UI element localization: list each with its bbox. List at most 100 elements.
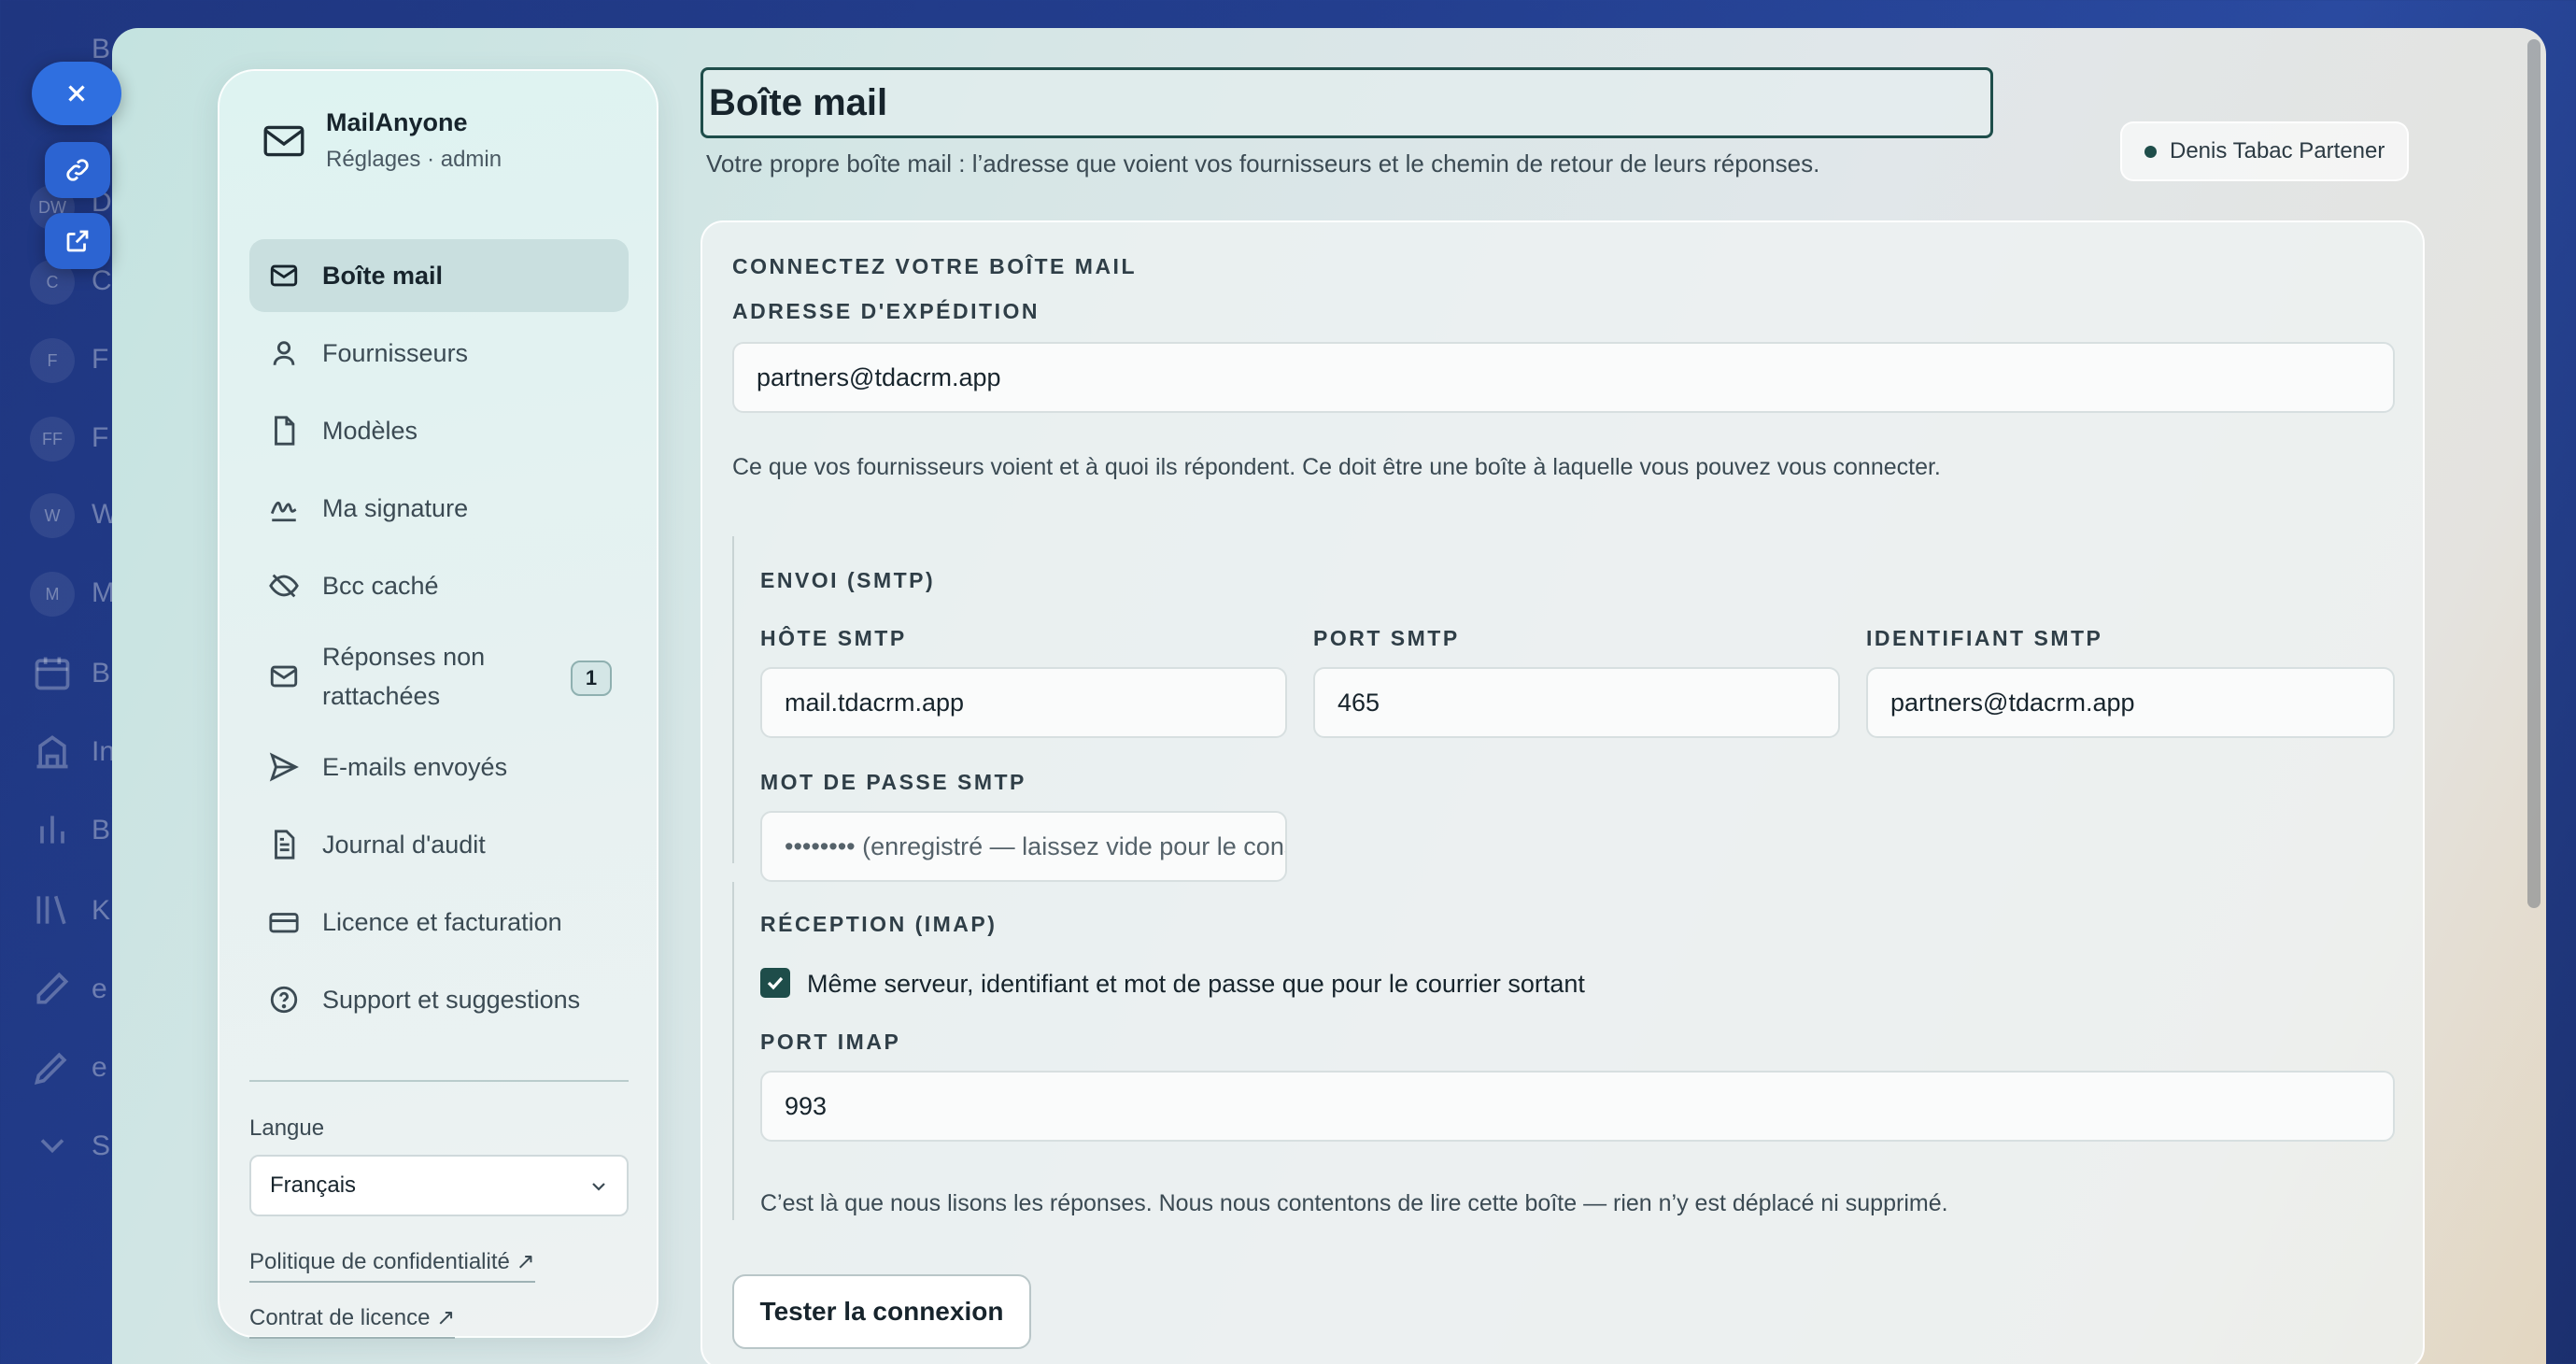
nav-label: Journal d'audit: [322, 831, 486, 859]
nav-item-mailbox[interactable]: Boîte mail: [249, 239, 629, 312]
open-external-button[interactable]: [45, 213, 110, 269]
bg-avatar: M: [30, 572, 75, 617]
bg-text: e: [92, 1052, 107, 1083]
link-icon: [66, 159, 89, 181]
sender-address-help: Ce que vos fournisseurs voient et à quoi…: [732, 454, 1941, 480]
brand-name: MailAnyone: [326, 108, 468, 136]
smtp-host-value: mail.tdacrm.app: [785, 688, 965, 717]
smtp-host-label: HÔTE SMTP: [760, 626, 907, 650]
mail-icon: [270, 264, 298, 287]
bg-text: e: [92, 973, 107, 1004]
smtp-port-input[interactable]: 465: [1313, 667, 1840, 738]
sender-address-input[interactable]: partners@tdacrm.app: [732, 342, 2395, 413]
status-dot: [2144, 145, 2157, 158]
scrollbar-thumb[interactable]: [2527, 39, 2541, 908]
help-circle-icon: [270, 986, 298, 1014]
credit-card-icon: [269, 913, 299, 933]
bg-text: F: [92, 422, 109, 453]
nav-label: Licence et facturation: [322, 908, 562, 936]
smtp-port-value: 465: [1338, 688, 1380, 717]
nav-item-hidden-bcc[interactable]: Bcc caché: [249, 549, 629, 622]
settings-nav: Boîte mail Fournisseurs Modèles Ma signa…: [249, 239, 629, 1041]
privacy-policy-link[interactable]: Politique de confidentialité ↗: [249, 1248, 535, 1283]
check-icon: [767, 976, 784, 990]
nav-label: E-mails envoyés: [322, 753, 508, 781]
language-value: Français: [270, 1172, 357, 1198]
smtp-port-label: PORT SMTP: [1313, 626, 1460, 650]
bg-avatar: F: [30, 338, 75, 383]
sender-address-value: partners@tdacrm.app: [757, 362, 1001, 391]
settings-modal: MailAnyone Réglages · admin Boîte mail F…: [112, 28, 2546, 1364]
bg-text: B: [92, 34, 111, 64]
nav-item-sent-emails[interactable]: E-mails envoyés: [249, 731, 629, 803]
books-icon: [32, 889, 73, 931]
unmatched-count-badge: 1: [571, 661, 612, 696]
brand: MailAnyone Réglages · admin: [261, 108, 502, 173]
page-title: Boîte mail: [701, 67, 1993, 138]
imap-section-title: RÉCEPTION (IMAP): [760, 912, 998, 936]
nav-label: Modèles: [322, 417, 418, 445]
smtp-password-label: MOT DE PASSE SMTP: [760, 770, 1026, 794]
bg-text: C: [92, 265, 112, 296]
nav-item-support[interactable]: Support et suggestions: [249, 963, 629, 1036]
mail-icon: [270, 665, 298, 688]
same-server-label[interactable]: Même serveur, identifiant et mot de pass…: [807, 970, 1585, 999]
external-link-icon: [66, 230, 89, 252]
edit-icon: [32, 968, 73, 1009]
user-icon: [273, 341, 295, 365]
bg-text: S: [92, 1130, 111, 1161]
background-app: DW C F FF W M B D C F F W M B In B K e e…: [0, 0, 118, 1364]
imap-port-label: PORT IMAP: [760, 1030, 901, 1054]
language-label: Langue: [249, 1115, 325, 1141]
nav-item-signature[interactable]: Ma signature: [249, 472, 629, 545]
eye-off-icon: [269, 574, 299, 598]
file-icon: [275, 416, 295, 446]
nav-label: Bcc caché: [322, 572, 439, 600]
smtp-user-input[interactable]: partners@tdacrm.app: [1866, 667, 2395, 738]
pen-icon: [32, 1046, 73, 1087]
nav-label: Ma signature: [322, 494, 469, 522]
smtp-host-input[interactable]: mail.tdacrm.app: [760, 667, 1287, 738]
test-connection-button[interactable]: Tester la connexion: [732, 1274, 1031, 1349]
chevron-down-icon: [592, 1183, 605, 1191]
same-server-checkbox[interactable]: [760, 968, 790, 998]
brand-subtitle: Réglages · admin: [326, 147, 502, 172]
chevron-down-icon: [32, 1125, 73, 1166]
signature-icon: [270, 501, 297, 522]
workspace-badge[interactable]: Denis Tabac Partener: [2120, 121, 2410, 181]
nav-item-unmatched-replies[interactable]: Réponses non rattachées 1: [249, 627, 629, 726]
imap-port-value: 993: [785, 1091, 828, 1120]
close-icon: [68, 85, 85, 102]
bg-text: F: [92, 344, 109, 375]
imap-group-border: [732, 882, 734, 1220]
document-icon: [275, 830, 295, 860]
license-agreement-link[interactable]: Contrat de licence ↗: [249, 1304, 456, 1339]
close-button[interactable]: [32, 62, 121, 125]
building-icon: [32, 731, 73, 772]
smtp-password-placeholder: •••••••• (enregistré — laissez vide pour…: [785, 831, 1285, 860]
nav-item-license-billing[interactable]: Licence et facturation: [249, 886, 629, 959]
bg-avatar: FF: [30, 417, 75, 462]
page-subtitle: Votre propre boîte mail : l’adresse que …: [706, 149, 1820, 178]
bar-chart-icon: [32, 809, 73, 850]
section-title: CONNECTEZ VOTRE BOÎTE MAIL: [732, 254, 1137, 278]
workspace-name: Denis Tabac Partener: [2170, 138, 2385, 163]
nav-label: Boîte mail: [322, 262, 444, 290]
nav-label: Fournisseurs: [322, 339, 469, 367]
calendar-icon: [32, 652, 73, 693]
nav-item-templates[interactable]: Modèles: [249, 394, 629, 467]
bg-text: B: [92, 658, 111, 689]
mailbox-form-card: CONNECTEZ VOTRE BOÎTE MAIL ADRESSE D'EXP…: [701, 220, 2425, 1364]
nav-item-suppliers[interactable]: Fournisseurs: [249, 317, 629, 390]
nav-label: Réponses non rattachées: [322, 643, 486, 710]
language-select[interactable]: Français: [249, 1155, 629, 1216]
smtp-password-input[interactable]: •••••••• (enregistré — laissez vide pour…: [760, 811, 1287, 882]
sender-address-label: ADRESSE D'EXPÉDITION: [732, 299, 1040, 323]
copy-link-button[interactable]: [45, 142, 110, 198]
send-icon: [269, 752, 299, 782]
nav-label: Support et suggestions: [322, 986, 581, 1014]
settings-sidebar: MailAnyone Réglages · admin Boîte mail F…: [218, 69, 658, 1339]
nav-item-audit-log[interactable]: Journal d'audit: [249, 808, 629, 881]
imap-port-input[interactable]: 993: [760, 1071, 2395, 1142]
bg-text: K: [92, 895, 111, 926]
